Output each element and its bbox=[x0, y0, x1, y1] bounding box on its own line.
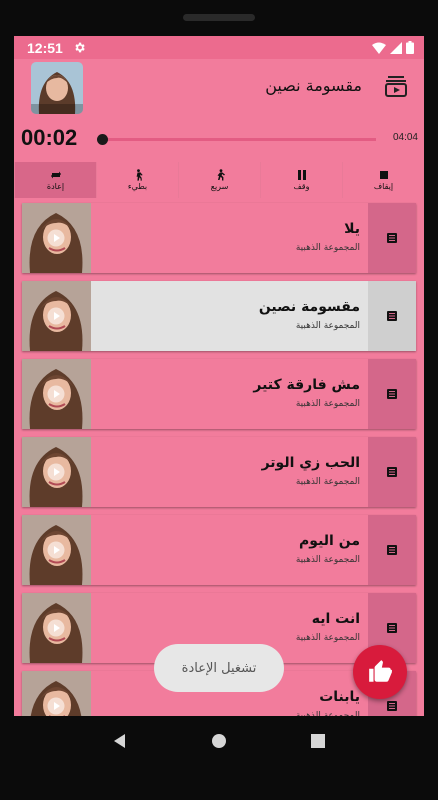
control-label: إعادة bbox=[46, 182, 65, 191]
song-title: مش فارقة كتير bbox=[253, 377, 360, 393]
song-title: مقسومة نصين bbox=[258, 299, 360, 315]
control-run-fast-button[interactable]: سريع bbox=[178, 162, 260, 198]
pause-icon bbox=[297, 170, 306, 180]
song-thumbnail bbox=[22, 281, 91, 351]
song-list-item[interactable]: مقسومة نصين المجموعة الذهبية bbox=[22, 281, 416, 351]
play-icon bbox=[47, 307, 65, 325]
stop-icon bbox=[379, 171, 388, 179]
play-icon bbox=[47, 385, 65, 403]
song-title: يابنات bbox=[319, 689, 360, 705]
song-title: من اليوم bbox=[299, 533, 360, 549]
song-artist: المجموعة الذهبية bbox=[295, 633, 360, 643]
song-artist: المجموعة الذهبية bbox=[295, 477, 360, 487]
playlist-icon[interactable] bbox=[384, 74, 408, 98]
seek-thumb[interactable] bbox=[97, 134, 109, 145]
control-repeat-button[interactable]: إعادة bbox=[14, 162, 96, 198]
control-pause-button[interactable]: وقف bbox=[260, 162, 342, 198]
song-artist: المجموعة الذهبية bbox=[295, 399, 360, 409]
song-menu-button[interactable] bbox=[368, 515, 416, 585]
song-menu-button[interactable] bbox=[368, 437, 416, 507]
song-list-item[interactable]: مش فارقة كتير المجموعة الذهبية bbox=[22, 359, 416, 429]
song-menu-button[interactable] bbox=[368, 281, 416, 351]
play-icon bbox=[47, 229, 65, 247]
like-button[interactable] bbox=[353, 645, 407, 699]
song-title: الحب زي الوتر bbox=[261, 455, 360, 471]
home-icon[interactable] bbox=[211, 733, 227, 749]
control-walk-slow-button[interactable]: بطيء bbox=[96, 162, 178, 198]
control-label: وقف bbox=[293, 182, 310, 191]
app-screen: 12:51 مقسومة نصين 00:02 04:04 إيقاف وقف … bbox=[14, 36, 424, 716]
song-thumbnail bbox=[22, 593, 91, 663]
menu-icon bbox=[387, 623, 397, 633]
status-bar: 12:51 bbox=[14, 36, 424, 59]
total-duration: 04:04 bbox=[392, 132, 418, 143]
menu-icon bbox=[387, 545, 397, 555]
song-list: يلا المجموعة الذهبية مقسومة نصين المجموعة ا… bbox=[14, 203, 424, 716]
seek-bar[interactable] bbox=[100, 138, 376, 141]
play-icon bbox=[47, 463, 65, 481]
song-thumbnail bbox=[22, 203, 91, 273]
gear-icon bbox=[75, 42, 85, 53]
song-artist: المجموعة الذهبية bbox=[295, 555, 360, 565]
system-nav-bar bbox=[0, 716, 438, 766]
back-icon[interactable] bbox=[112, 733, 128, 749]
song-menu-button[interactable] bbox=[368, 203, 416, 273]
album-art-image bbox=[31, 62, 83, 114]
elapsed-time: 00:02 bbox=[21, 125, 78, 150]
song-thumbnail bbox=[22, 359, 91, 429]
play-icon bbox=[47, 541, 65, 559]
recents-icon[interactable] bbox=[310, 733, 326, 749]
wifi-icon bbox=[372, 42, 386, 54]
player-row: 00:02 04:04 bbox=[14, 117, 424, 162]
song-thumbnail bbox=[22, 437, 91, 507]
song-title: يلا bbox=[344, 221, 360, 237]
control-stop-button[interactable]: إيقاف bbox=[342, 162, 424, 198]
playback-controls: إيقاف وقف سريع بطيء إعادة bbox=[14, 162, 424, 198]
menu-icon bbox=[387, 701, 397, 711]
song-artist: المجموعة الذهبية bbox=[295, 321, 360, 331]
menu-icon bbox=[387, 311, 397, 321]
app-bar: مقسومة نصين bbox=[14, 59, 424, 117]
album-art[interactable] bbox=[31, 62, 83, 114]
walk-slow-icon bbox=[136, 169, 143, 181]
phone-frame: 12:51 مقسومة نصين 00:02 04:04 إيقاف وقف … bbox=[0, 0, 438, 800]
play-icon bbox=[47, 619, 65, 637]
control-label: بطيء bbox=[127, 182, 148, 191]
song-thumbnail bbox=[22, 515, 91, 585]
status-time: 12:51 bbox=[27, 39, 63, 56]
menu-icon bbox=[387, 233, 397, 243]
control-label: إيقاف bbox=[373, 182, 394, 191]
thumbs-up-icon bbox=[369, 660, 392, 682]
song-thumbnail bbox=[22, 671, 91, 716]
repeat-icon bbox=[50, 171, 61, 179]
control-label: سريع bbox=[210, 182, 229, 191]
page-title: مقسومة نصين bbox=[265, 76, 362, 95]
toast-message: تشغيل الإعادة bbox=[154, 644, 284, 692]
earpiece-speaker bbox=[183, 14, 255, 21]
signal-icon bbox=[390, 41, 402, 54]
song-artist: المجموعة الذهبية bbox=[295, 243, 360, 253]
play-icon bbox=[47, 697, 65, 715]
song-list-item[interactable]: من اليوم المجموعة الذهبية bbox=[22, 515, 416, 585]
song-list-item[interactable]: الحب زي الوتر المجموعة الذهبية bbox=[22, 437, 416, 507]
menu-icon bbox=[387, 467, 397, 477]
song-menu-button[interactable] bbox=[368, 359, 416, 429]
menu-icon bbox=[387, 389, 397, 399]
status-icons bbox=[372, 41, 414, 54]
song-title: انت ايه bbox=[311, 611, 360, 627]
battery-icon bbox=[406, 41, 414, 54]
song-list-item[interactable]: يلا المجموعة الذهبية bbox=[22, 203, 416, 273]
run-fast-icon bbox=[217, 169, 225, 181]
